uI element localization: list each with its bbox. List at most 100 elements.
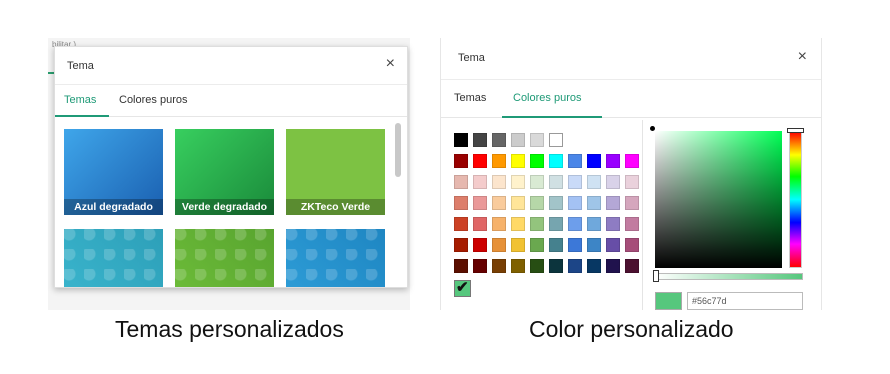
color-swatch[interactable] (606, 154, 620, 168)
caption-right: Color personalizado (529, 316, 734, 342)
color-swatch[interactable] (625, 259, 639, 273)
alpha-slider-handle[interactable] (653, 270, 659, 282)
color-swatch[interactable] (549, 154, 563, 168)
color-swatch[interactable] (606, 217, 620, 231)
color-preview (655, 292, 682, 310)
color-swatch[interactable] (511, 259, 525, 273)
color-swatch[interactable] (549, 175, 563, 189)
color-swatch[interactable] (587, 217, 601, 231)
color-swatch[interactable] (492, 217, 506, 231)
color-swatch[interactable] (492, 175, 506, 189)
color-swatch[interactable] (473, 217, 487, 231)
theme-tile-verde-degradado[interactable]: Verde degradado (175, 129, 274, 215)
color-swatch[interactable] (587, 175, 601, 189)
color-swatch[interactable] (625, 154, 639, 168)
color-swatch[interactable] (587, 196, 601, 210)
theme-label: ZKTeco Verde (286, 199, 385, 215)
tab-colores-puros[interactable]: Colores puros (513, 92, 581, 104)
color-swatch[interactable] (473, 196, 487, 210)
color-swatch[interactable] (568, 238, 582, 252)
check-icon: ✔ (456, 279, 469, 296)
color-swatch[interactable] (568, 259, 582, 273)
color-swatch[interactable] (454, 133, 468, 147)
color-swatch[interactable] (587, 154, 601, 168)
color-swatch[interactable] (530, 154, 544, 168)
color-swatch[interactable] (511, 175, 525, 189)
theme-label: Verde degradado (175, 199, 274, 215)
panel-header: Tema × (55, 47, 407, 85)
color-swatch[interactable] (492, 154, 506, 168)
color-swatch[interactable] (549, 238, 563, 252)
scrollbar-thumb[interactable] (395, 123, 401, 177)
active-tab-indicator (502, 116, 602, 118)
theme-tile-pattern-blue[interactable] (286, 229, 385, 287)
color-swatch[interactable] (606, 238, 620, 252)
color-swatch[interactable] (473, 133, 487, 147)
color-swatch[interactable] (549, 259, 563, 273)
color-swatch[interactable] (625, 196, 639, 210)
color-swatch[interactable] (568, 154, 582, 168)
color-swatch[interactable] (473, 238, 487, 252)
hue-slider[interactable] (789, 131, 802, 268)
tab-temas[interactable]: Temas (454, 92, 486, 104)
panel-header: Tema × (441, 38, 821, 80)
theme-panel: Tema × Temas Colores puros Azul degradad… (54, 46, 408, 288)
color-swatch[interactable] (473, 175, 487, 189)
color-swatch[interactable] (473, 259, 487, 273)
color-swatch[interactable] (606, 259, 620, 273)
alpha-slider[interactable] (655, 273, 803, 280)
color-swatch[interactable] (511, 196, 525, 210)
color-swatch[interactable] (511, 217, 525, 231)
tab-temas[interactable]: Temas (64, 94, 96, 106)
color-swatch[interactable] (549, 217, 563, 231)
color-swatch[interactable] (530, 175, 544, 189)
close-icon[interactable]: × (798, 49, 807, 65)
selected-color-swatch[interactable]: ✔ (454, 279, 471, 297)
color-swatch[interactable] (492, 238, 506, 252)
color-swatch[interactable] (625, 217, 639, 231)
theme-tile-azul-degradado[interactable]: Azul degradado (64, 129, 163, 215)
color-swatch[interactable] (587, 238, 601, 252)
color-swatch[interactable] (454, 238, 468, 252)
tab-bar: Temas Colores puros (55, 85, 407, 117)
color-swatch[interactable] (625, 175, 639, 189)
color-swatch[interactable] (492, 196, 506, 210)
color-swatch[interactable] (454, 217, 468, 231)
color-swatch[interactable] (511, 238, 525, 252)
panel-title: Tema (67, 60, 94, 72)
color-swatch[interactable] (492, 133, 506, 147)
color-swatch[interactable] (606, 196, 620, 210)
close-icon[interactable]: × (386, 56, 395, 72)
color-swatch[interactable] (549, 196, 563, 210)
color-swatch[interactable] (549, 133, 563, 147)
color-swatch[interactable] (511, 133, 525, 147)
color-swatch[interactable] (625, 238, 639, 252)
color-swatch[interactable] (454, 175, 468, 189)
tab-colores-puros[interactable]: Colores puros (119, 94, 187, 106)
color-swatch[interactable] (568, 175, 582, 189)
theme-tile-pattern-green[interactable] (175, 229, 274, 287)
color-swatch[interactable] (568, 196, 582, 210)
picker-cursor[interactable] (650, 126, 655, 131)
color-swatch[interactable] (473, 154, 487, 168)
color-swatch[interactable] (511, 154, 525, 168)
color-swatch[interactable] (454, 154, 468, 168)
color-swatch[interactable] (492, 259, 506, 273)
saturation-value-picker[interactable] (655, 131, 782, 268)
color-swatch[interactable] (454, 196, 468, 210)
color-swatch[interactable] (530, 259, 544, 273)
color-swatch[interactable] (568, 217, 582, 231)
color-swatch[interactable] (606, 175, 620, 189)
hue-slider-handle[interactable] (787, 128, 804, 133)
color-swatch[interactable] (587, 259, 601, 273)
active-tab-indicator (55, 115, 109, 117)
color-swatch[interactable] (530, 196, 544, 210)
theme-tile-zkteco-verde[interactable]: ZKTeco Verde (286, 129, 385, 215)
hex-color-input[interactable] (687, 292, 803, 310)
color-swatch[interactable] (530, 217, 544, 231)
color-swatch[interactable] (454, 259, 468, 273)
color-swatch[interactable] (530, 133, 544, 147)
theme-tile-pattern-cyan[interactable] (64, 229, 163, 287)
panel-title: Tema (458, 52, 485, 64)
color-swatch[interactable] (530, 238, 544, 252)
